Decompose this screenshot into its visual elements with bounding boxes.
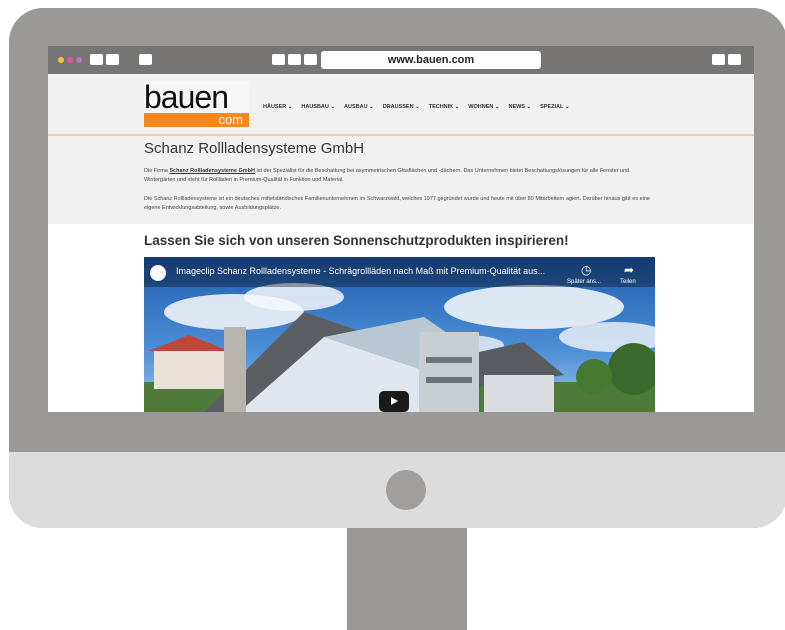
- chevron-down-icon: ⌄: [564, 104, 570, 110]
- share-label[interactable]: Teilen: [620, 279, 636, 285]
- window-dot-minimize[interactable]: [67, 57, 73, 63]
- nav-item-news[interactable]: NEWS ⌄: [509, 104, 532, 110]
- nav-item-technik[interactable]: TECHNIK ⌄: [429, 104, 460, 110]
- intro-section: Schanz Rollladensysteme GmbH Die Firma S…: [48, 136, 754, 224]
- intro-paragraph-2: Die Schanz Rollladensysteme ist ein deut…: [144, 196, 650, 211]
- video-player[interactable]: Imageclip Schanz Rollladensysteme - Schr…: [144, 257, 655, 412]
- window-dot-close[interactable]: [58, 57, 64, 63]
- nav-item-hausbau[interactable]: HAUSBAU ⌄: [301, 104, 335, 110]
- channel-avatar[interactable]: [150, 265, 166, 281]
- play-icon: [391, 397, 398, 405]
- nav-item-wohnen[interactable]: WOHNEN ⌄: [468, 104, 499, 110]
- toolbar-button-2[interactable]: [288, 54, 301, 65]
- browser-window: www.bauen.com bauen com HÄUSER ⌄ HAUSBAU…: [48, 46, 754, 412]
- nav-item-draussen[interactable]: DRAUSSEN ⌄: [383, 104, 420, 110]
- page-title: Schanz Rollladensysteme GmbH: [144, 140, 365, 157]
- section-heading: Lassen Sie sich von unseren Sonnenschutz…: [144, 233, 569, 248]
- chevron-down-icon: ⌄: [287, 104, 293, 110]
- chevron-down-icon: ⌄: [369, 104, 374, 110]
- logo-suffix: com: [144, 113, 249, 127]
- chevron-down-icon: ⌄: [494, 104, 500, 110]
- toolbar-button-1[interactable]: [272, 54, 285, 65]
- browser-toolbar: www.bauen.com: [48, 46, 754, 74]
- toolbar-button-4[interactable]: [712, 54, 725, 65]
- chevron-down-icon: ⌄: [330, 104, 336, 110]
- sidebar-toggle-button[interactable]: [139, 54, 152, 65]
- main-navigation: HÄUSER ⌄ HAUSBAU ⌄ AUSBAU ⌄ DRAUSSEN ⌄ T…: [263, 104, 569, 110]
- window-dot-maximize[interactable]: [76, 57, 82, 63]
- power-button[interactable]: [386, 470, 426, 510]
- chevron-down-icon: ⌄: [454, 104, 460, 110]
- video-title[interactable]: Imageclip Schanz Rollladensysteme - Schr…: [176, 266, 545, 276]
- address-bar[interactable]: www.bauen.com: [321, 51, 541, 69]
- toolbar-button-3[interactable]: [304, 54, 317, 65]
- intro-paragraph-1: Die Firma Schanz Rollladensysteme GmbH i…: [144, 168, 630, 183]
- play-button[interactable]: [379, 391, 409, 412]
- nav-item-haeuser[interactable]: HÄUSER ⌄: [263, 104, 292, 110]
- site-header: bauen com HÄUSER ⌄ HAUSBAU ⌄ AUSBAU ⌄ DR…: [48, 74, 754, 136]
- clock-icon[interactable]: ◷: [581, 263, 591, 277]
- monitor-stand: [347, 528, 467, 630]
- site-logo[interactable]: bauen com: [144, 81, 249, 127]
- nav-item-spezial[interactable]: SPEZIAL ⌄: [540, 104, 569, 110]
- toolbar-button-5[interactable]: [728, 54, 741, 65]
- chevron-down-icon: ⌄: [415, 104, 420, 110]
- watch-later-label[interactable]: Später ans...: [567, 279, 601, 285]
- share-arrow-icon[interactable]: ➦: [624, 263, 634, 277]
- chevron-down-icon: ⌄: [526, 104, 532, 110]
- company-link[interactable]: Schanz Rollladensysteme GmbH: [169, 168, 255, 174]
- back-button[interactable]: [90, 54, 103, 65]
- forward-button[interactable]: [106, 54, 119, 65]
- logo-word: bauen: [144, 81, 249, 113]
- nav-item-ausbau[interactable]: AUSBAU ⌄: [344, 104, 374, 110]
- web-page: bauen com HÄUSER ⌄ HAUSBAU ⌄ AUSBAU ⌄ DR…: [48, 74, 754, 412]
